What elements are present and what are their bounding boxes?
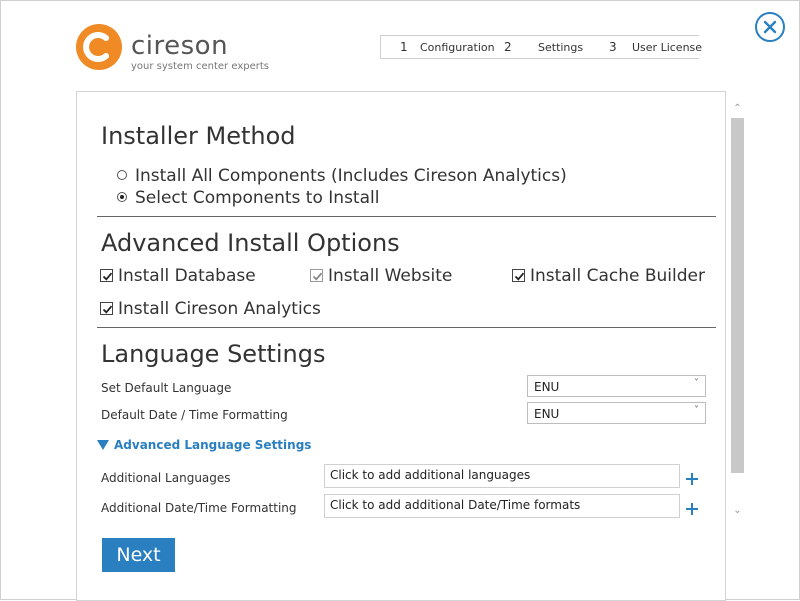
- default-language-label: Set Default Language: [101, 381, 232, 395]
- input-value: Click to add additional languages: [330, 468, 531, 482]
- add-language-plus-icon[interactable]: [685, 472, 699, 486]
- chevron-down-icon: ˅: [694, 405, 699, 416]
- radio-unchecked-icon[interactable]: [117, 170, 127, 180]
- step-number: 1: [400, 40, 408, 54]
- default-language-select[interactable]: ENU ˅: [527, 375, 706, 397]
- advanced-language-settings-label: Advanced Language Settings: [114, 438, 312, 452]
- date-format-select[interactable]: ENU ˅: [527, 402, 706, 424]
- checkbox-checked-icon[interactable]: [512, 269, 525, 282]
- add-format-plus-icon[interactable]: [685, 502, 699, 516]
- scroll-down-icon[interactable]: ⌄: [729, 503, 746, 519]
- installer-method-title: Installer Method: [101, 122, 296, 150]
- next-button[interactable]: Next: [102, 538, 175, 572]
- section-divider: [97, 327, 716, 328]
- step-number: 3: [609, 40, 617, 54]
- wizard-step-configuration[interactable]: 1 Configuration: [380, 35, 495, 59]
- input-value: Click to add additional Date/Time format…: [330, 498, 581, 512]
- advanced-options-title: Advanced Install Options: [101, 229, 400, 257]
- brand-name: cireson: [131, 31, 229, 61]
- additional-formats-label: Additional Date/Time Formatting: [101, 501, 297, 515]
- close-icon: [763, 20, 777, 34]
- additional-formats-input[interactable]: Click to add additional Date/Time format…: [324, 494, 680, 518]
- cireson-logo: cireson your system center experts: [75, 23, 275, 73]
- wizard-step-settings[interactable]: 2 Settings: [494, 35, 597, 59]
- radio-label: Select Components to Install: [135, 188, 380, 208]
- additional-languages-input[interactable]: Click to add additional languages: [324, 464, 680, 488]
- cireson-logo-icon: [76, 24, 122, 70]
- select-value: ENU: [534, 407, 560, 421]
- additional-languages-label: Additional Languages: [101, 471, 231, 485]
- triangle-down-icon: [97, 440, 109, 450]
- checkbox-label: Install Cireson Analytics: [118, 299, 321, 319]
- vertical-scrollbar[interactable]: ⌃ ⌄: [729, 101, 746, 519]
- brand-tagline: your system center experts: [131, 61, 269, 72]
- step-number: 2: [504, 40, 512, 54]
- language-settings-title: Language Settings: [101, 340, 326, 368]
- section-divider: [97, 216, 716, 217]
- step-label: Configuration: [420, 41, 495, 54]
- scroll-up-icon[interactable]: ⌃: [729, 101, 746, 117]
- checkbox-checked-icon[interactable]: [100, 269, 113, 282]
- checkbox-checked-icon[interactable]: [100, 302, 113, 315]
- chevron-down-icon: ˅: [694, 378, 699, 389]
- select-value: ENU: [534, 380, 560, 394]
- installer-window: cireson your system center experts 1 Con…: [0, 0, 800, 601]
- checkbox-checked-disabled-icon: [310, 269, 323, 282]
- radio-checked-icon[interactable]: [117, 192, 127, 202]
- radio-label: Install All Components (Includes Cireson…: [135, 166, 567, 186]
- checkbox-label: Install Database: [118, 266, 256, 286]
- step-label: User License: [632, 41, 703, 54]
- step-label: Settings: [538, 41, 584, 54]
- close-button[interactable]: [755, 12, 785, 42]
- date-format-label: Default Date / Time Formatting: [101, 408, 288, 422]
- wizard-step-user-license[interactable]: 3 User License: [597, 35, 703, 59]
- checkbox-label: Install Website: [328, 266, 453, 286]
- checkbox-label: Install Cache Builder: [530, 266, 705, 286]
- scroll-thumb[interactable]: [731, 118, 744, 473]
- advanced-language-settings-toggle[interactable]: Advanced Language Settings: [97, 438, 311, 452]
